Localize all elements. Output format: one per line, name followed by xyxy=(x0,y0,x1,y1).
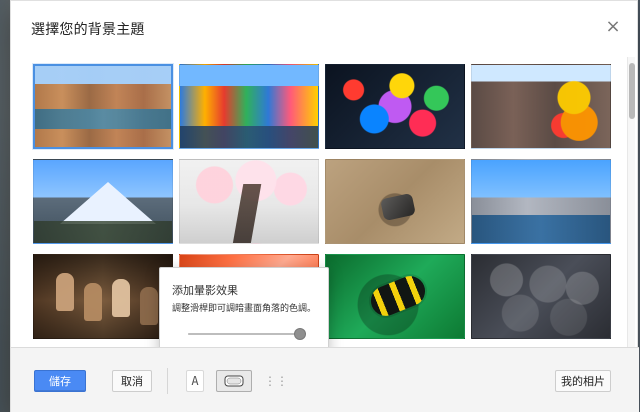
theme-tile-1[interactable] xyxy=(33,64,173,149)
dialog-header: 選擇您的背景主題 × xyxy=(11,1,637,57)
blur-grid-icon[interactable]: ⋮⋮ xyxy=(264,370,288,392)
scrollbar-thumb[interactable] xyxy=(629,63,635,119)
text-color-icon[interactable]: A xyxy=(186,370,204,392)
footer-divider xyxy=(167,368,168,394)
vignette-tooltip: 添加暈影效果 調整滑桿即可調暗畫面角落的色調。 xyxy=(159,267,329,355)
vignette-slider-handle[interactable] xyxy=(294,328,306,340)
vertical-scrollbar[interactable] xyxy=(627,57,635,347)
theme-tile-3[interactable] xyxy=(325,64,465,149)
theme-tile-8[interactable] xyxy=(471,159,611,244)
theme-tile-7[interactable] xyxy=(325,159,465,244)
vignette-shape-icon xyxy=(224,375,244,387)
dialog-title: 選擇您的背景主題 xyxy=(31,22,145,38)
tooltip-title: 添加暈影效果 xyxy=(172,284,238,297)
theme-tile-9[interactable] xyxy=(33,254,173,339)
vignette-slider-fill xyxy=(188,333,300,335)
theme-tile-12[interactable] xyxy=(471,254,611,339)
vignette-slider[interactable] xyxy=(188,328,306,340)
theme-tile-11[interactable] xyxy=(325,254,465,339)
theme-tile-5[interactable] xyxy=(33,159,173,244)
close-icon[interactable]: × xyxy=(603,17,623,37)
dialog-footer: 儲存 取消 A ⋮⋮ 我的相片 xyxy=(11,347,639,412)
my-photos-button[interactable]: 我的相片 xyxy=(555,370,611,392)
save-button[interactable]: 儲存 xyxy=(34,370,86,392)
cancel-button[interactable]: 取消 xyxy=(112,370,152,392)
theme-tile-6[interactable] xyxy=(179,159,319,244)
theme-picker-dialog: 選擇您的背景主題 × 添加暈影效果 調整滑桿即可調暗畫面角落的色調。 儲存 取消… xyxy=(10,0,639,412)
theme-tile-2[interactable] xyxy=(179,64,319,149)
theme-tile-4[interactable] xyxy=(471,64,611,149)
tooltip-description: 調整滑桿即可調暗畫面角落的色調。 xyxy=(172,304,317,314)
vignette-toggle-icon[interactable] xyxy=(216,370,252,392)
